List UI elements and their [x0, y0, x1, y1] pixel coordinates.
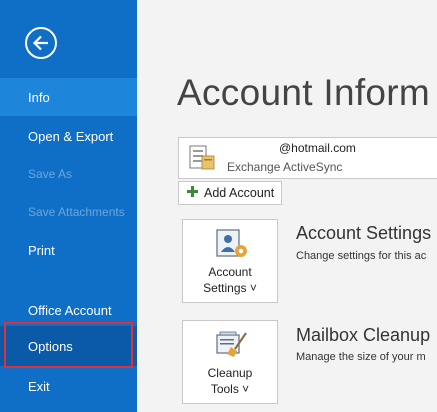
mailbox-cleanup-title: Mailbox Cleanup	[296, 325, 431, 345]
options-highlight-box	[4, 322, 133, 368]
account-settings-icon	[215, 228, 249, 265]
account-settings-title: Account Settings	[296, 223, 432, 243]
mailbox-cleanup-description: Manage the size of your m	[296, 351, 426, 363]
sidebar-item-save-as: Save As	[28, 167, 73, 181]
cleanup-tools-label-line1: Cleanup	[207, 366, 253, 380]
account-settings-label-line1: Account	[208, 265, 252, 279]
backstage-sidebar: Info Open & Export Save As Save Attachme…	[0, 0, 137, 412]
plus-icon	[187, 186, 198, 200]
sidebar-item-open-export[interactable]: Open & Export	[0, 117, 137, 155]
account-card-icon	[189, 144, 215, 177]
back-arrow-icon[interactable]	[25, 27, 57, 59]
account-settings-description: Change settings for this ac	[296, 250, 427, 262]
cleanup-tools-icon	[215, 329, 249, 366]
add-account-label: Add Account	[204, 186, 275, 200]
account-email: @hotmail.com	[279, 141, 356, 155]
page-title: Account Inform	[177, 72, 431, 113]
sidebar-item-print[interactable]: Print	[0, 231, 137, 269]
sidebar-item-info[interactable]: Info	[0, 78, 137, 116]
sidebar-item-save-attachments: Save Attachments	[28, 205, 125, 219]
account-info-panel: Account Inform @hotmail.com Exchange Act…	[137, 0, 437, 412]
account-settings-label-line2: Settings ˅	[203, 281, 257, 295]
account-type: Exchange ActiveSync	[227, 160, 343, 174]
account-selector[interactable]: @hotmail.com Exchange ActiveSync	[178, 137, 437, 179]
cleanup-tools-button[interactable]: Cleanup Tools ˅	[182, 320, 278, 404]
cleanup-tools-label-line2: Tools ˅	[210, 382, 250, 396]
account-settings-button[interactable]: Account Settings ˅	[182, 219, 278, 303]
sidebar-item-exit[interactable]: Exit	[0, 367, 137, 405]
add-account-button[interactable]: Add Account	[178, 181, 282, 205]
